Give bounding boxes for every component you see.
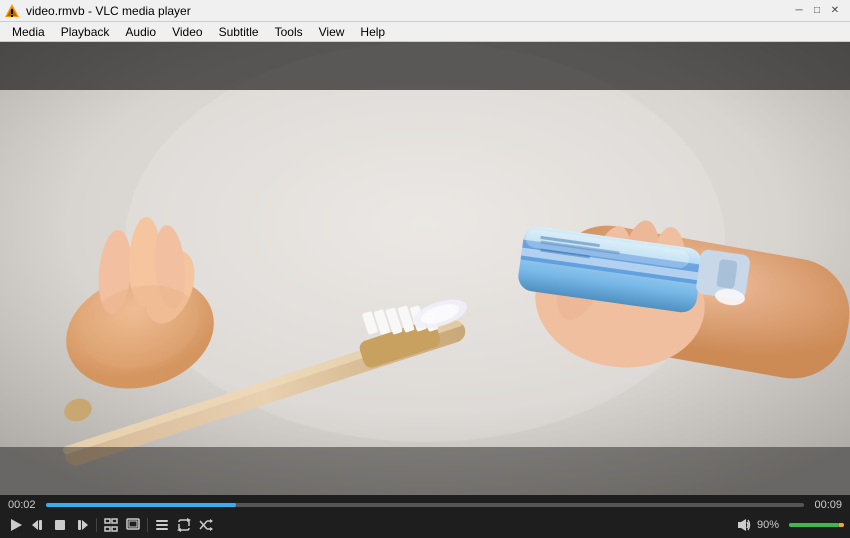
extended-icon: [126, 518, 140, 532]
random-icon: [199, 518, 213, 532]
title-bar: video.rmvb - VLC media player ─ □ ✕: [0, 0, 850, 22]
close-button[interactable]: ✕: [828, 4, 842, 18]
separator-2: [147, 518, 148, 532]
fullscreen-icon: [104, 518, 118, 532]
prev-icon: [31, 518, 45, 532]
volume-extra: [839, 523, 845, 527]
playlist-button[interactable]: [152, 515, 172, 535]
prev-button[interactable]: [28, 515, 48, 535]
menu-item-video[interactable]: Video: [164, 23, 210, 41]
window-controls: ─ □ ✕: [792, 4, 842, 18]
vlc-icon: [4, 3, 20, 19]
next-icon: [75, 518, 89, 532]
title-left: video.rmvb - VLC media player: [4, 3, 191, 19]
fullscreen-button[interactable]: [101, 515, 121, 535]
volume-fill: [789, 523, 839, 527]
volume-slider[interactable]: [789, 523, 844, 527]
menu-item-view[interactable]: View: [311, 23, 353, 41]
menu-item-tools[interactable]: Tools: [267, 23, 311, 41]
minimize-button[interactable]: ─: [792, 4, 806, 18]
maximize-button[interactable]: □: [810, 4, 824, 18]
stop-icon: [53, 518, 67, 532]
play-icon: [9, 518, 23, 532]
separator-1: [96, 518, 97, 532]
buttons-row: 90%: [0, 513, 850, 537]
video-area[interactable]: [0, 42, 850, 495]
time-total: 00:09: [810, 499, 842, 511]
play-button[interactable]: [6, 515, 26, 535]
random-button[interactable]: [196, 515, 216, 535]
seekbar-row: 00:02 00:09: [0, 497, 850, 513]
loop-icon: [177, 518, 191, 532]
time-current: 00:02: [8, 499, 40, 511]
video-frame: [0, 42, 850, 495]
seekbar-fill: [46, 503, 236, 507]
menu-item-media[interactable]: Media: [4, 23, 53, 41]
volume-button[interactable]: [733, 515, 753, 535]
menu-bar: MediaPlaybackAudioVideoSubtitleToolsView…: [0, 22, 850, 42]
volume-icon: [735, 517, 751, 533]
extended-button[interactable]: [123, 515, 143, 535]
stop-button[interactable]: [50, 515, 70, 535]
controls-area: 00:02 00:09: [0, 495, 850, 537]
seekbar-track[interactable]: [46, 503, 804, 507]
menu-item-help[interactable]: Help: [352, 23, 393, 41]
menu-item-subtitle[interactable]: Subtitle: [211, 23, 267, 41]
loop-button[interactable]: [174, 515, 194, 535]
playlist-icon: [155, 518, 169, 532]
volume-area: 90%: [733, 515, 844, 535]
menu-item-playback[interactable]: Playback: [53, 23, 118, 41]
menu-item-audio[interactable]: Audio: [117, 23, 164, 41]
next-button[interactable]: [72, 515, 92, 535]
window-title: video.rmvb - VLC media player: [26, 4, 191, 18]
volume-label: 90%: [757, 519, 785, 531]
